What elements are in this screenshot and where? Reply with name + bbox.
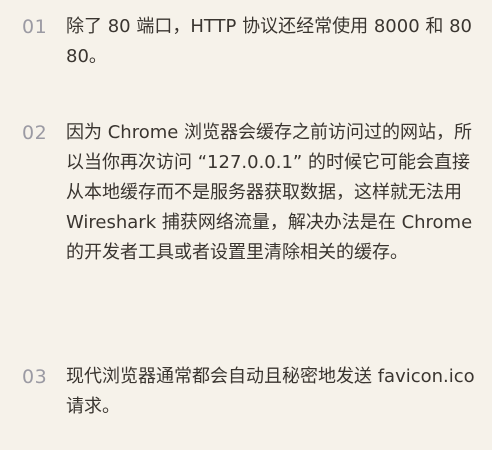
note-number: 03 [22, 366, 48, 388]
note-text: 现代浏览器通常都会自动且秘密地发送 favicon.ico 请求。 [66, 366, 475, 417]
note-text: 因为 Chrome 浏览器会缓存之前访问过的网站，所以当你再次访问 “127.0… [66, 122, 473, 263]
note-number: 01 [22, 16, 48, 38]
notes-list: 01 除了 80 端口，HTTP 协议还经常使用 8000 和 8080。 02… [0, 0, 492, 450]
note-text: 除了 80 端口，HTTP 协议还经常使用 8000 和 8080。 [66, 16, 473, 67]
note-number: 02 [22, 122, 48, 144]
